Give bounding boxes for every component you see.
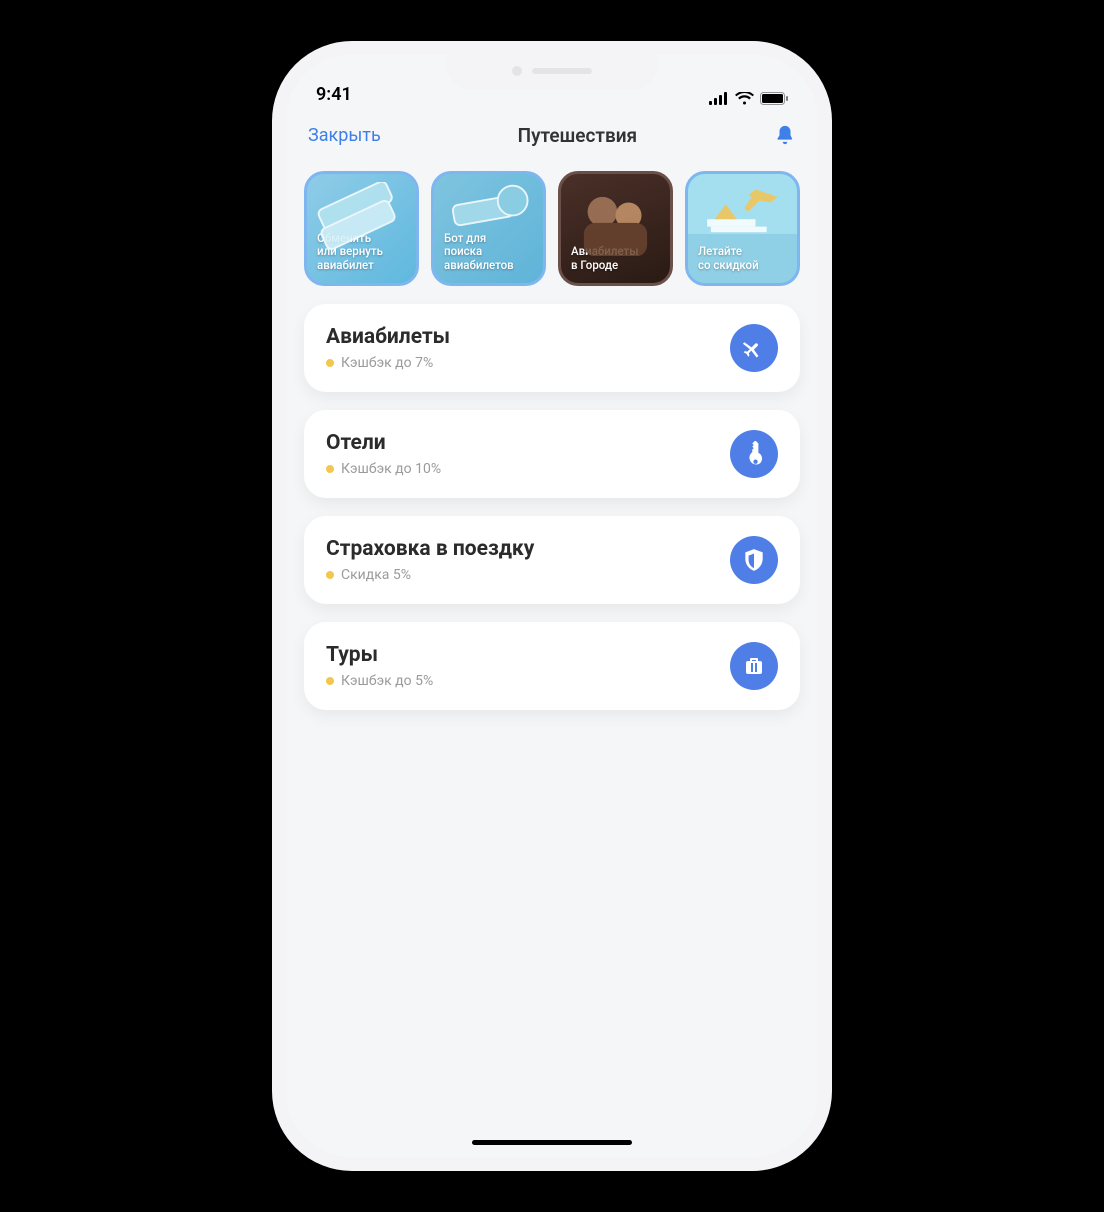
card-subtitle: Скидка 5% [341,567,411,583]
card-title: Отели [326,431,441,455]
beach-plane-icon [696,182,789,256]
card-title: Авиабилеты [326,325,450,349]
cashback-dot-icon [326,465,334,473]
card-title: Туры [326,643,433,667]
card-subtitle: Кэшбэк до 5% [341,673,433,689]
card-title: Страховка в поездку [326,537,534,561]
card-flights[interactable]: Авиабилеты Кэшбэк до 7% [304,304,800,392]
tickets-icon [315,182,408,256]
cashback-dot-icon [326,571,334,579]
cellular-icon [709,92,729,105]
card-subtitle: Кэшбэк до 7% [341,355,433,371]
screen: 9:41 Закрыть Путешествия Обмен [286,55,818,1157]
card-insurance[interactable]: Страховка в поездку Скидка 5% [304,516,800,604]
card-hotels[interactable]: Отели Кэшбэк до 10% [304,410,800,498]
status-time: 9:41 [316,84,352,105]
story-ticket-bot[interactable]: Бот для поиска авиабилетов [431,171,546,286]
bell-icon [774,124,796,146]
story-fly-discount[interactable]: Летайте со скидкой [685,171,800,286]
battery-icon [760,92,788,105]
cashback-dot-icon [326,677,334,685]
page-title: Путешествия [518,124,638,147]
category-list: Авиабилеты Кэшбэк до 7% Отели Кэшбэк до … [286,304,818,710]
card-tours[interactable]: Туры Кэшбэк до 5% [304,622,800,710]
story-exchange-ticket[interactable]: Обменять или вернуть авиабилет [304,171,419,286]
device-notch [447,53,657,89]
stories-row: Обменять или вернуть авиабилет Бот для п… [286,161,818,304]
suitcase-icon [730,642,778,690]
status-indicators [709,92,788,105]
people-photo-icon [569,182,662,256]
wifi-icon [735,92,754,105]
close-button[interactable]: Закрыть [308,125,381,146]
plane-icon [730,324,778,372]
notifications-button[interactable] [774,124,796,146]
story-city-tickets[interactable]: Авиабилеты в Городе [558,171,673,286]
home-indicator[interactable] [472,1140,632,1145]
cashback-dot-icon [326,359,334,367]
key-icon [730,430,778,478]
bot-tickets-icon [442,182,535,256]
nav-bar: Закрыть Путешествия [286,109,818,161]
shield-icon [730,536,778,584]
card-subtitle: Кэшбэк до 10% [341,461,441,477]
phone-mockup: 9:41 Закрыть Путешествия Обмен [272,41,832,1171]
